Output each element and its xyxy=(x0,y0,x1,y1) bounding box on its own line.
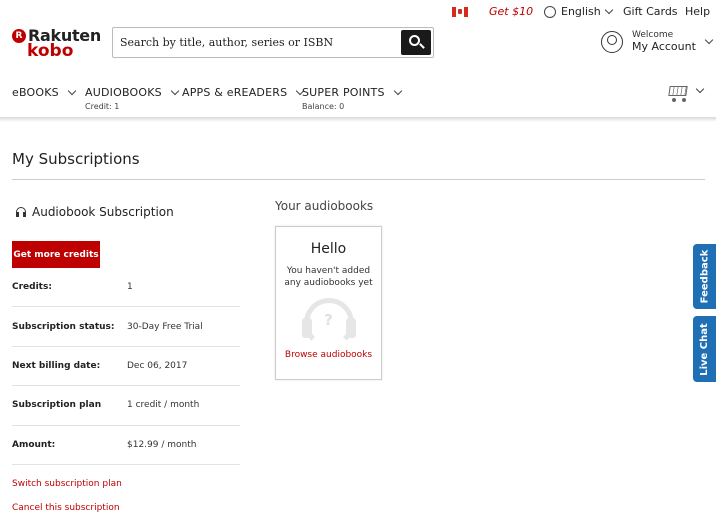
search-bar xyxy=(112,27,434,58)
detail-row: Subscription plan 1 credit / month xyxy=(12,386,240,426)
detail-label: Credits: xyxy=(12,282,52,293)
globe-icon xyxy=(544,5,556,18)
chevron-down-icon xyxy=(393,86,402,96)
cancel-subscription-link[interactable]: Cancel this subscription xyxy=(12,503,120,513)
nav-item-label: SUPER POINTS xyxy=(302,86,385,99)
language-selector[interactable]: English xyxy=(544,5,613,18)
detail-label: Next billing date: xyxy=(12,360,101,371)
card-message: You haven't added any audiobooks yet xyxy=(284,266,373,288)
help-link[interactable]: Help xyxy=(685,5,710,18)
nav-item-ebooks[interactable]: eBOOKS xyxy=(12,86,77,99)
main-nav: eBOOKS AUDIOBOOKS Credit: 1 APPS & eREAD… xyxy=(0,86,716,118)
promo-link[interactable]: Get $10 xyxy=(489,5,533,18)
chevron-down-icon xyxy=(67,86,77,96)
detail-value: $12.99 / month xyxy=(127,439,197,450)
top-utility-bar: Get $10 English Gift Cards Help xyxy=(0,0,716,24)
card-title: Hello xyxy=(310,241,347,257)
header-divider xyxy=(0,117,716,122)
get-more-credits-button[interactable]: Get more credits xyxy=(12,241,100,268)
nav-item-label: eBOOKS xyxy=(12,86,59,99)
detail-row: Amount: $12.99 / month xyxy=(12,426,240,465)
canada-flag-icon[interactable] xyxy=(452,7,468,17)
super-points-balance: Balance: 0 xyxy=(302,102,345,111)
detail-row: Subscription status: 30-Day Free Trial xyxy=(12,307,240,347)
subscription-heading: Audiobook Subscription xyxy=(16,205,174,219)
rakuten-r-icon: R xyxy=(12,28,26,43)
nav-item-apps-ereaders[interactable]: APPS & eREADERS xyxy=(182,86,305,99)
chevron-down-icon xyxy=(170,86,180,96)
rakuten-kobo-logo[interactable]: R Rakuten kobo xyxy=(12,26,101,61)
search-input[interactable] xyxy=(113,28,401,57)
chevron-down-icon xyxy=(704,35,714,45)
account-menu[interactable]: Welcome My Account xyxy=(601,30,714,53)
your-audiobooks-heading: Your audiobooks xyxy=(275,199,374,213)
nav-item-audiobooks[interactable]: AUDIOBOOKS Credit: 1 xyxy=(85,86,180,111)
feedback-tab-label: Feedback xyxy=(699,249,711,304)
live-chat-tab-label: Live Chat xyxy=(699,322,711,376)
detail-row: Next billing date: Dec 06, 2017 xyxy=(12,347,240,387)
detail-label: Subscription status: xyxy=(12,321,115,332)
browse-audiobooks-link[interactable]: Browse audiobooks xyxy=(276,350,381,360)
nav-item-label: APPS & eREADERS xyxy=(182,86,288,99)
headphones-placeholder-icon: ? xyxy=(301,298,356,348)
detail-value: 30-Day Free Trial xyxy=(127,321,203,332)
title-divider xyxy=(12,179,705,180)
subscription-heading-text: Audiobook Subscription xyxy=(32,205,174,219)
my-account-label: My Account xyxy=(632,40,696,53)
language-label: English xyxy=(561,5,601,18)
user-icon xyxy=(601,30,623,53)
headphones-icon xyxy=(16,207,26,217)
audiobook-credit-count: Credit: 1 xyxy=(85,102,120,111)
audiobooks-empty-card: Hello You haven't added any audiobooks y… xyxy=(275,226,382,380)
detail-label: Amount: xyxy=(12,439,56,450)
feedback-tab[interactable]: Feedback xyxy=(693,244,716,309)
cart-icon[interactable] xyxy=(666,83,690,103)
switch-plan-link[interactable]: Switch subscription plan xyxy=(12,479,122,489)
nav-item-label: AUDIOBOOKS xyxy=(85,86,162,99)
chevron-down-icon xyxy=(604,5,613,15)
welcome-text: Welcome xyxy=(632,30,674,40)
detail-label: Subscription plan xyxy=(12,400,102,411)
live-chat-tab[interactable]: Live Chat xyxy=(693,316,716,382)
page-title: My Subscriptions xyxy=(12,150,140,168)
detail-value: Dec 06, 2017 xyxy=(127,360,188,371)
search-button[interactable] xyxy=(401,30,431,55)
subscription-details: Credits: 1 Subscription status: 30-Day F… xyxy=(12,268,240,465)
detail-row: Credits: 1 xyxy=(12,268,240,308)
detail-value: 1 xyxy=(127,282,133,293)
gift-cards-link[interactable]: Gift Cards xyxy=(623,5,678,18)
detail-value: 1 credit / month xyxy=(127,400,200,411)
nav-item-super-points[interactable]: SUPER POINTS Balance: 0 xyxy=(302,86,402,111)
